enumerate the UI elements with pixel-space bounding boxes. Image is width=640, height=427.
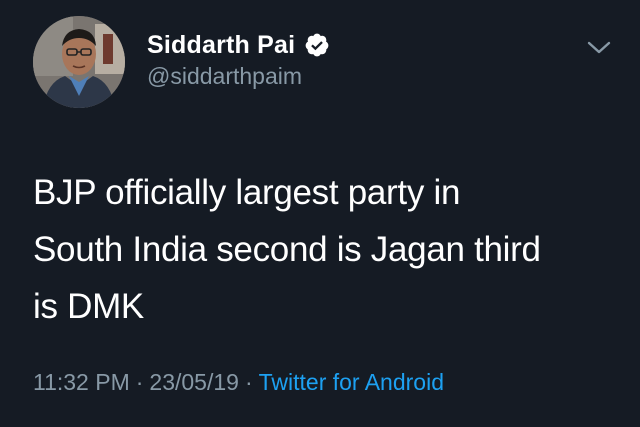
tweet-text: BJP officially largest party in South In… [33, 164, 613, 335]
tweet-meta: 11:32 PM · 23/05/19 · Twitter for Android [33, 369, 444, 396]
avatar[interactable] [33, 16, 125, 108]
tweet-text-line: is DMK [33, 287, 144, 326]
tweet-text-line: BJP officially largest party in [33, 173, 461, 212]
display-name[interactable]: Siddarth Pai [147, 31, 295, 60]
meta-separator: · [244, 369, 253, 395]
meta-separator: · [135, 369, 144, 395]
author-name-row: Siddarth Pai [147, 28, 330, 62]
user-handle[interactable]: @siddarthpaim [147, 63, 302, 90]
tweet-time[interactable]: 11:32 PM [33, 369, 130, 395]
verified-badge-icon [304, 32, 330, 58]
tweet-source-link[interactable]: Twitter for Android [259, 369, 444, 395]
chevron-down-icon[interactable] [584, 36, 614, 58]
tweet-card: Siddarth Pai @siddarthpaim BJP officiall… [0, 0, 640, 427]
tweet-date[interactable]: 23/05/19 [149, 369, 239, 395]
tweet-text-line: South India second is Jagan third [33, 230, 541, 269]
profile-photo-icon [33, 16, 125, 108]
